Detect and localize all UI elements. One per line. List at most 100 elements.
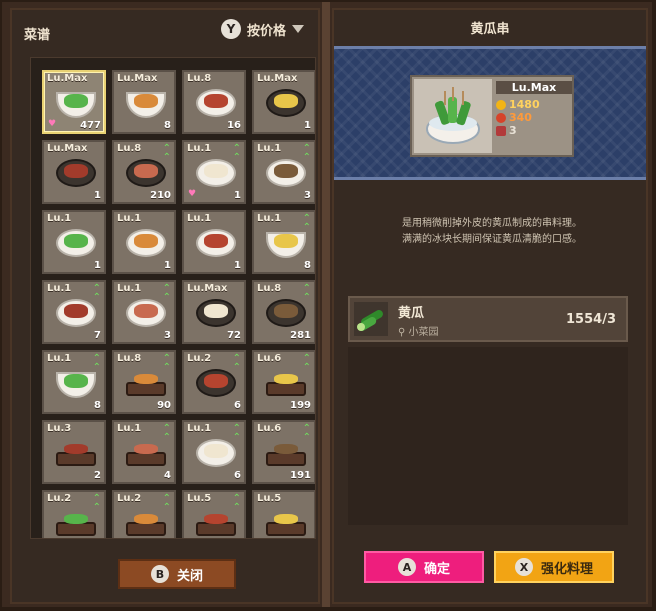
upgrade-arrow-icon: ⌃ ⌃ [92, 283, 101, 303]
recipe-tuna-plate[interactable]: Lu.Max 72 [182, 280, 246, 344]
recipe-level: Lu.Max [257, 73, 298, 84]
satisfaction-icon [496, 112, 506, 123]
recipe-egg-sushi-board[interactable]: Lu.5 [252, 490, 315, 538]
dish-food [134, 234, 158, 248]
recipe-count: 1 [164, 260, 171, 271]
favorite-icon: ♥ [48, 119, 57, 129]
dish-description: 是用稍微削掉外皮的黄瓜制成的串料理。 满满的冰块长期间保证黄瓜清脆的口感。 [354, 216, 630, 248]
recipe-fish-plate[interactable]: Lu.1 1 [42, 210, 106, 274]
recipe-level: Lu.1 [257, 143, 282, 154]
recipe-count: 191 [290, 470, 311, 481]
recipe-noodle-bowl[interactable]: Lu.Max 8 [112, 70, 176, 134]
recipe-salmon-board[interactable]: Lu.6 ⌃ ⌃ 191 [252, 420, 315, 484]
recipe-level: Lu.2 [47, 493, 72, 504]
dish-image [414, 79, 492, 153]
recipe-level: Lu.1 [257, 213, 282, 224]
dish-stats: Lu.Max 1480 340 3 [496, 81, 572, 137]
recipe-count: 1 [234, 190, 241, 201]
recipe-poke-bowl[interactable]: Lu.1 ⌃ ⌃ 8 [42, 350, 106, 414]
recipe-level: Lu.8 [257, 283, 282, 294]
dropdown-arrow-icon [292, 25, 304, 33]
recipe-greens-plate[interactable]: Lu.2 ⌃ ⌃ 6 [182, 350, 246, 414]
recipe-level: Lu.Max [47, 73, 88, 84]
recipe-level: Lu.1 [117, 213, 142, 224]
upgrade-arrow-icon: ⌃ ⌃ [162, 423, 171, 443]
recipe-level: Lu.1 [47, 213, 72, 224]
recipe-level: Lu.8 [117, 353, 142, 364]
recipe-stew-pot[interactable]: Lu.Max 1 [252, 70, 315, 134]
grilled-fish-board-icon [196, 522, 236, 536]
recipe-sushi-board-2[interactable]: Lu.2 ⌃ ⌃ [42, 490, 106, 538]
recipe-crab-plate[interactable]: Lu.1 1 [182, 210, 246, 274]
egg-sushi-board-icon [266, 522, 306, 536]
enhance-dish-button[interactable]: X 强化料理 [494, 551, 614, 583]
recipe-nigiri-board[interactable]: Lu.3 2 [42, 420, 106, 484]
recipe-meat-plate[interactable]: Lu.8 16 [182, 70, 246, 134]
dish-food [204, 234, 228, 248]
recipe-tofu-plate[interactable]: Lu.1 ⌃ ⌃ 3 [112, 280, 176, 344]
recipe-count: 1 [304, 120, 311, 131]
sushi-board-2-icon [56, 522, 96, 536]
dish-food [204, 94, 228, 108]
upgrade-arrow-icon: ⌃ ⌃ [232, 423, 241, 443]
recipe-grilled-fish-board[interactable]: Lu.5 ⌃ ⌃ [182, 490, 246, 538]
dish-food [204, 164, 228, 178]
dish-food [274, 94, 298, 108]
upgrade-arrow-icon: ⌃ ⌃ [302, 143, 311, 163]
description-line-2: 满满的冰块长期间保证黄瓜清脆的口感。 [402, 234, 582, 245]
cucumber-icon [354, 302, 388, 336]
recipe-level: Lu.2 [187, 353, 212, 364]
recipe-level: Lu.1 [47, 283, 72, 294]
servings-stat: 3 [496, 124, 572, 137]
recipe-fried-plate[interactable]: Lu.Max 1 [42, 140, 106, 204]
close-button[interactable]: B 关闭 [118, 559, 236, 589]
upgrade-arrow-icon: ⌃ ⌃ [302, 213, 311, 233]
dish-showcase: Lu.Max 1480 340 3 [334, 46, 646, 180]
recipe-count: 477 [80, 120, 101, 131]
satisfaction-stat: 340 [496, 111, 572, 124]
recipe-count: 90 [157, 400, 171, 411]
recipe-panel-title: 菜谱 [24, 28, 51, 43]
dish-food [64, 164, 88, 178]
a-button-icon: A [397, 558, 416, 576]
ingredient-count: 1554/3 [566, 312, 616, 327]
recipe-count: 8 [304, 260, 311, 271]
dish-food [204, 304, 228, 318]
recipe-count: 6 [234, 400, 241, 411]
upgrade-arrow-icon: ⌃ ⌃ [92, 353, 101, 373]
recipe-tempura-plate[interactable]: Lu.1 ⌃ ⌃ 6 [182, 420, 246, 484]
recipe-count: 3 [304, 190, 311, 201]
recipe-orange-bowl[interactable]: Lu.1 ⌃ ⌃ 8 [252, 210, 315, 274]
recipe-count: 2 [94, 470, 101, 481]
recipe-count: 1 [234, 260, 241, 271]
chopsticks-icon [496, 125, 506, 136]
recipe-level: Lu.2 [117, 493, 142, 504]
x-button-icon: X [514, 558, 533, 576]
confirm-button[interactable]: A 确定 [364, 551, 484, 583]
recipe-steak-plate[interactable]: Lu.8 ⌃ ⌃ 210 [112, 140, 176, 204]
sort-button[interactable]: Y 按价格 [220, 19, 304, 39]
dish-food [64, 304, 88, 318]
recipe-sushi-board-3[interactable]: Lu.2 ⌃ ⌃ [112, 490, 176, 538]
recipe-count: 210 [150, 190, 171, 201]
recipe-sardine-box[interactable]: Lu.1 1 [112, 210, 176, 274]
ingredient-name: 黄瓜 [398, 306, 425, 321]
recipe-maki-platter[interactable]: Lu.1 ⌃ ⌃ 4 [112, 420, 176, 484]
dish-card: Lu.Max 1480 340 3 [410, 75, 574, 157]
nigiri-board-icon [56, 452, 96, 466]
recipe-level: Lu.5 [187, 493, 212, 504]
upgrade-arrow-icon: ⌃ ⌃ [302, 283, 311, 303]
recipe-count: 16 [227, 120, 241, 131]
recipe-shrimp-salad[interactable]: Lu.1 ⌃ ⌃ ♥ 1 [182, 140, 246, 204]
recipe-curry-plate[interactable]: Lu.1 ⌃ ⌃ 7 [42, 280, 106, 344]
recipe-count: 3 [164, 330, 171, 341]
recipe-sushi-board[interactable]: Lu.6 ⌃ ⌃ 199 [252, 350, 315, 414]
recipe-beef-plate[interactable]: Lu.8 ⌃ ⌃ 281 [252, 280, 315, 344]
dish-food [134, 444, 158, 454]
dish-food [274, 304, 298, 318]
recipe-cucumber-skewer-bowl[interactable]: Lu.Max ♥ 477 [42, 70, 106, 134]
recipe-level: Lu.5 [257, 493, 282, 504]
recipe-fish-board[interactable]: Lu.8 ⌃ ⌃ 90 [112, 350, 176, 414]
recipe-onion-rings[interactable]: Lu.1 ⌃ ⌃ 3 [252, 140, 315, 204]
recipe-level: Lu.Max [47, 143, 88, 154]
